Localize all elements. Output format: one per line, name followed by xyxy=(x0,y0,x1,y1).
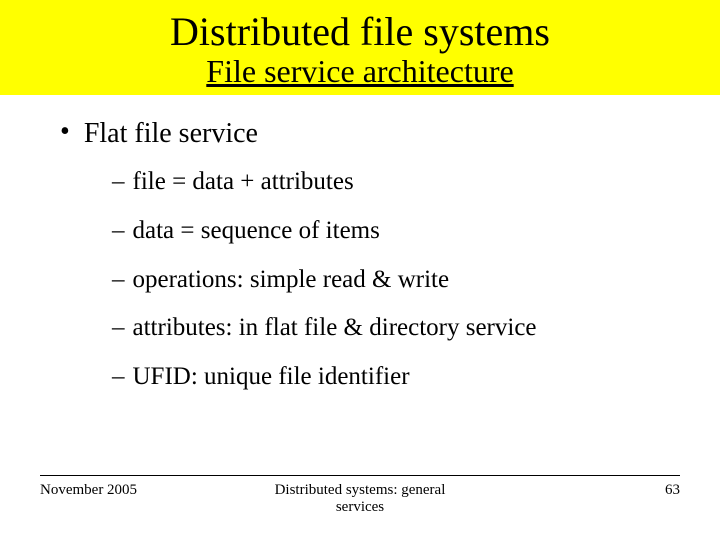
dash-item: – attributes: in flat file & directory s… xyxy=(40,314,680,343)
dash-text: data = sequence of items xyxy=(133,217,380,246)
slide-title: Distributed file systems xyxy=(0,10,720,54)
bullet-dot-icon: • xyxy=(60,118,70,146)
dash-item: – operations: simple read & write xyxy=(40,266,680,295)
dash-icon: – xyxy=(112,266,125,295)
dash-text: file = data + attributes xyxy=(133,168,354,197)
dash-text: attributes: in flat file & directory ser… xyxy=(133,314,537,343)
footer-date: November 2005 xyxy=(40,482,253,516)
dash-item: – data = sequence of items xyxy=(40,217,680,246)
footer-title: Distributed systems: general services xyxy=(253,482,466,516)
footer-divider xyxy=(40,475,680,476)
slide-footer: November 2005 Distributed systems: gener… xyxy=(0,475,720,516)
dash-text: operations: simple read & write xyxy=(133,266,450,295)
dash-icon: – xyxy=(112,168,125,197)
dash-icon: – xyxy=(112,217,125,246)
dash-icon: – xyxy=(112,314,125,343)
bullet-item: • Flat file service xyxy=(40,118,680,150)
footer-page-number: 63 xyxy=(467,482,680,516)
dash-item: – UFID: unique file identifier xyxy=(40,363,680,392)
slide-body: • Flat file service – file = data + attr… xyxy=(0,118,720,412)
dash-text: UFID: unique file identifier xyxy=(133,363,410,392)
footer-row: November 2005 Distributed systems: gener… xyxy=(40,482,680,516)
dash-item: – file = data + attributes xyxy=(40,168,680,197)
title-block: Distributed file systems File service ar… xyxy=(0,0,720,95)
slide: Distributed file systems File service ar… xyxy=(0,0,720,540)
slide-subtitle: File service architecture xyxy=(0,54,720,91)
dash-icon: – xyxy=(112,363,125,392)
bullet-text: Flat file service xyxy=(84,118,258,150)
